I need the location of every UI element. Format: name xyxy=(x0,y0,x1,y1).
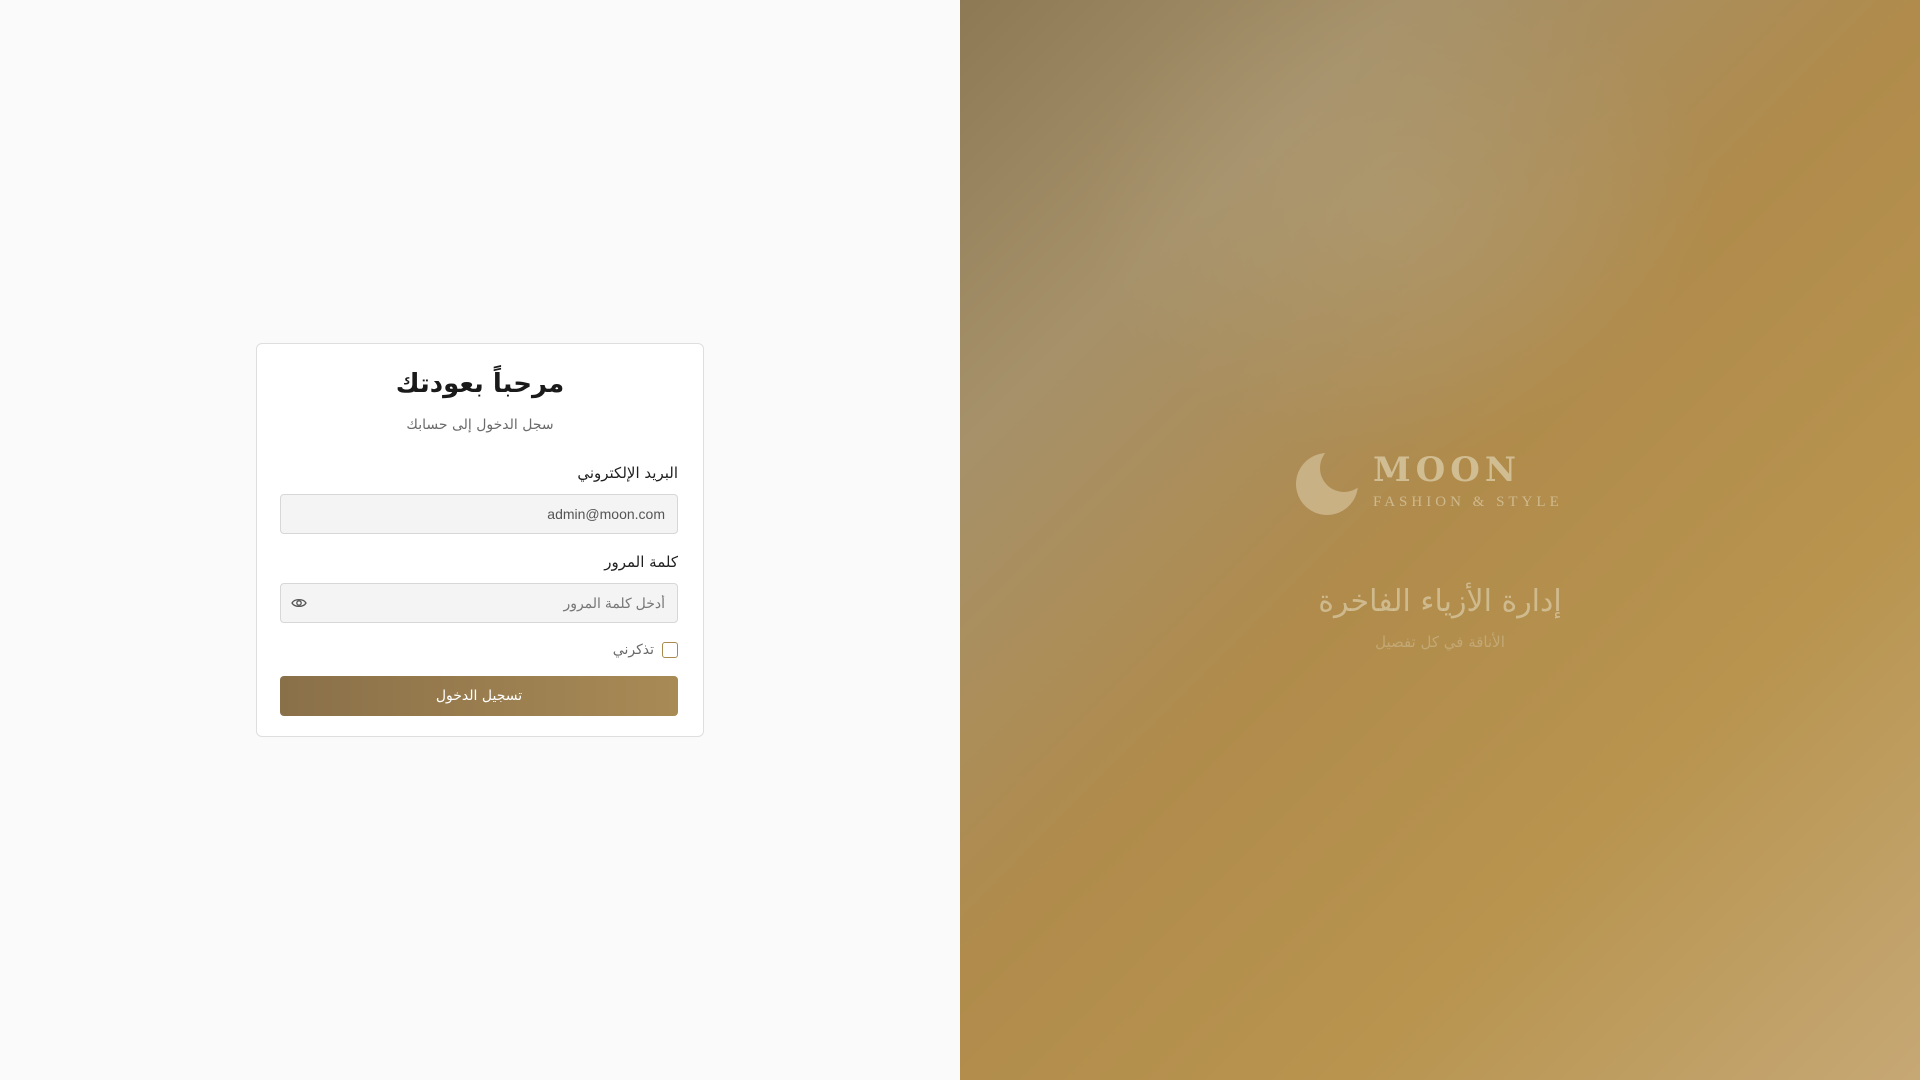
page-title: مرحباً بعودتك xyxy=(395,369,565,399)
login-button[interactable]: تسجيل الدخول xyxy=(280,676,678,716)
email-field-wrapper xyxy=(280,494,678,534)
login-pane: مرحباً بعودتك سجل الدخول إلى حسابك البري… xyxy=(0,0,960,1080)
password-field-wrapper xyxy=(280,583,678,623)
brand-logo: MOON FASHION & STYLE xyxy=(1295,446,1563,518)
email-label: البريد الإلكتروني xyxy=(577,464,678,482)
login-card: مرحباً بعودتك سجل الدخول إلى حسابك البري… xyxy=(256,343,704,737)
remember-me-checkbox[interactable] xyxy=(662,642,678,658)
crescent-moon-icon xyxy=(1296,453,1358,515)
eye-icon[interactable] xyxy=(291,595,307,611)
brand-pane: MOON FASHION & STYLE إدارة الأزياء الفاخ… xyxy=(960,0,1920,1080)
brand-text: MOON FASHION & STYLE xyxy=(1373,450,1563,514)
page-subtitle: سجل الدخول إلى حسابك xyxy=(406,417,554,433)
email-field[interactable] xyxy=(280,494,678,534)
remember-me-row: تذكرني xyxy=(282,639,678,661)
brand-name: MOON xyxy=(1373,450,1521,490)
hero-title: إدارة الأزياء الفاخرة xyxy=(1318,584,1562,619)
background-glow xyxy=(1080,0,1720,460)
remember-me-label: تذكرني xyxy=(612,642,654,658)
password-label: كلمة المرور xyxy=(604,553,678,571)
hero-subtitle: الأناقة في كل تفصيل xyxy=(1375,633,1505,651)
brand-tagline: FASHION & STYLE xyxy=(1373,494,1563,510)
password-field[interactable] xyxy=(280,583,678,623)
